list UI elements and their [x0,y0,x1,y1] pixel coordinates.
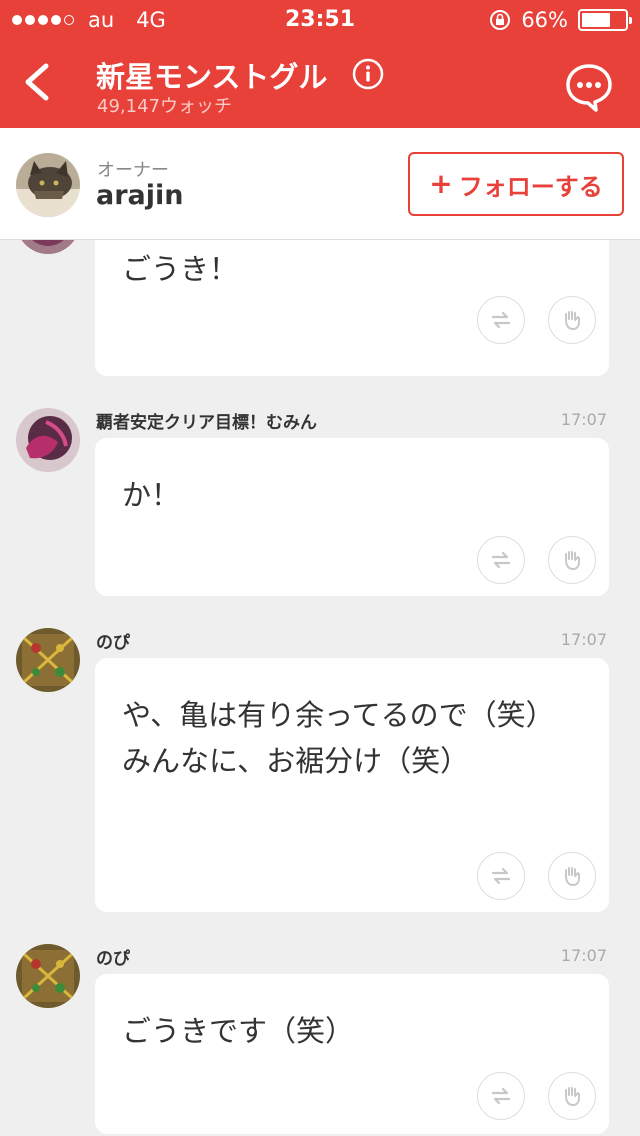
follow-button[interactable]: + フォローする [408,152,624,216]
status-bar: au 4G 23:51 66% [0,0,640,40]
message-text: や、亀は有り余ってるので（笑） みんなに、お裾分け（笑） [122,698,555,778]
avatar-image [16,628,80,692]
message-item: のぴ 17:07 ごうきです（笑） [0,942,640,1136]
hand-reaction-button[interactable] [548,536,596,584]
message-text: ごうき！ [122,252,239,286]
battery-level [582,13,610,27]
hand-reaction-button[interactable] [548,1072,596,1120]
repost-icon [491,551,511,569]
repost-icon [491,311,511,329]
sender-name: 覇者安定クリア目標！むみん [96,413,317,433]
message-feed[interactable]: ごうき！ 覇者安定クリア目標！むみん 17:07 か！ のぴ 17:07 や、亀… [0,240,640,1136]
owner-avatar[interactable] [16,153,80,217]
follow-plus-icon: + [429,167,453,200]
sender-avatar[interactable] [16,944,80,1008]
repost-icon [491,1087,511,1105]
hand-reaction-button[interactable] [548,296,596,344]
avatar-image [16,408,80,472]
repost-button[interactable] [477,536,525,584]
repost-button[interactable] [477,1072,525,1120]
message-bubble[interactable]: ごうきです（笑） [95,974,609,1134]
sender-name: のぴ [96,633,130,653]
message-item: のぴ 17:07 や、亀は有り余ってるので（笑） みんなに、お裾分け（笑） [0,626,640,916]
message-text: ごうきです（笑） [122,1014,355,1048]
sender-name: のぴ [96,949,130,969]
sender-avatar[interactable] [16,628,80,692]
status-right: 66% [489,8,632,32]
sender-avatar[interactable] [16,408,80,472]
owner-role-label: オーナー [97,160,169,181]
battery-percent: 66% [521,8,568,32]
speech-bubble-icon[interactable] [562,60,616,114]
message-bubble[interactable]: か！ [95,438,609,596]
repost-icon [491,867,511,885]
watch-count: 49,147ウォッチ [97,96,232,117]
follow-label: フォローする [458,172,603,201]
owner-bar: オーナー arajin + フォローする [0,128,640,240]
hand-icon [565,867,580,886]
avatar-image [16,240,80,254]
battery-icon [578,9,632,31]
hand-icon [565,311,580,330]
rotation-lock-icon [490,10,511,30]
room-title: 新星モンストグル [96,60,328,94]
sender-avatar[interactable] [16,240,80,254]
message-item: ごうき！ [0,240,640,380]
message-time: 17:07 [560,410,607,429]
hand-icon [565,551,580,570]
hand-icon [565,1087,580,1106]
chevron-left-icon[interactable] [14,52,64,112]
message-bubble[interactable]: や、亀は有り余ってるので（笑） みんなに、お裾分け（笑） [95,658,609,912]
avatar-image [16,944,80,1008]
navigation-bar: 新星モンストグル 49,147ウォッチ [0,40,640,128]
message-time: 17:07 [560,946,607,965]
owner-name: arajin [96,180,184,211]
repost-button[interactable] [477,296,525,344]
message-text: か！ [122,478,181,512]
message-time: 17:07 [560,630,607,649]
repost-button[interactable] [477,852,525,900]
app-header: au 4G 23:51 66% 新星モンストグル 49,147ウォッチ [0,0,640,128]
message-item: 覇者安定クリア目標！むみん 17:07 か！ [0,406,640,606]
hand-reaction-button[interactable] [548,852,596,900]
info-icon[interactable] [352,58,384,90]
message-bubble[interactable]: ごうき！ [95,240,609,376]
